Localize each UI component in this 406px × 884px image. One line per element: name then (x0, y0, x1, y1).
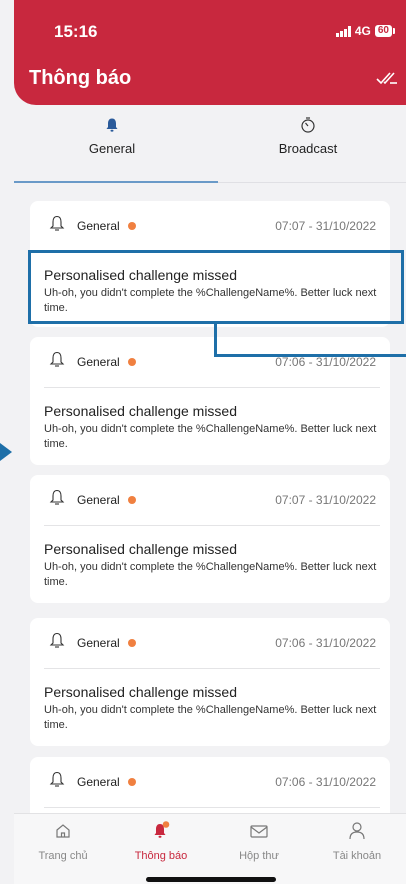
unread-dot (128, 639, 136, 647)
notification-category: General (77, 355, 120, 369)
double-check-icon[interactable] (376, 70, 398, 91)
nav-item-home[interactable]: Trang chủ (14, 820, 112, 862)
annotation-arrow-icon (0, 443, 12, 461)
unread-dot (128, 222, 136, 230)
card-divider (44, 387, 380, 388)
card-body: Personalised challenge missed Uh-oh, you… (44, 684, 380, 733)
tab-broadcast[interactable]: Broadcast (210, 115, 406, 156)
notification-card[interactable]: General 07:07 - 31/10/2022 Personalised … (30, 475, 390, 603)
notification-time: 07:06 - 31/10/2022 (275, 355, 376, 369)
card-divider (44, 251, 380, 252)
notification-title: Personalised challenge missed (44, 541, 237, 557)
tab-general[interactable]: General (14, 115, 210, 156)
battery-icon: 60 (374, 25, 396, 37)
notification-title: Personalised challenge missed (44, 267, 237, 283)
notification-title: Personalised challenge missed (44, 403, 237, 419)
mail-icon (210, 820, 308, 842)
card-body: Personalised challenge missed Uh-oh, you… (44, 541, 380, 590)
bell-icon (112, 820, 210, 842)
notification-list[interactable]: General 07:07 - 31/10/2022 Personalised … (14, 183, 406, 813)
home-icon (14, 820, 112, 842)
app-header: 15:16 4G 60 Thông báo (14, 0, 406, 105)
notification-text: Uh-oh, you didn't complete the %Challeng… (44, 423, 377, 450)
card-body: Personalised challenge missed Uh-oh, you… (44, 267, 380, 316)
card-header: General 07:06 - 31/10/2022 (30, 757, 390, 807)
notification-card[interactable]: General 07:06 - 31/10/2022 (30, 757, 390, 813)
nav-item-account[interactable]: Tài khoản (308, 820, 406, 862)
card-header: General 07:07 - 31/10/2022 (30, 201, 390, 251)
card-body: Personalised challenge missed Uh-oh, you… (44, 403, 380, 452)
card-header: General 07:07 - 31/10/2022 (30, 475, 390, 525)
network-type: 4G (354, 24, 371, 38)
card-divider (44, 668, 380, 669)
tab-bar: General Broadcast (14, 105, 406, 183)
notification-category: General (77, 219, 120, 233)
user-icon (308, 820, 406, 842)
home-indicator[interactable] (146, 877, 276, 882)
notification-time: 07:06 - 31/10/2022 (275, 636, 376, 650)
nav-account-label: Tài khoản (332, 850, 382, 862)
status-bar-right: 4G 60 (335, 24, 396, 38)
card-divider (44, 525, 380, 526)
status-time: 15:16 (54, 22, 98, 41)
card-divider (44, 807, 380, 808)
bell-outline-icon (49, 632, 65, 648)
notification-time: 07:07 - 31/10/2022 (275, 219, 376, 233)
tab-general-label: General (88, 141, 136, 156)
unread-dot (128, 778, 136, 786)
notification-text: Uh-oh, you didn't complete the %Challeng… (44, 561, 377, 588)
page-title: Thông báo (29, 67, 132, 89)
notification-card[interactable]: General 07:06 - 31/10/2022 Personalised … (30, 337, 390, 465)
notification-category: General (77, 636, 120, 650)
tab-broadcast-label: Broadcast (278, 141, 338, 156)
notification-card[interactable]: General 07:06 - 31/10/2022 Personalised … (30, 618, 390, 746)
nav-notifications-label: Thông báo (134, 850, 188, 862)
notification-title: Personalised challenge missed (44, 684, 237, 700)
unread-dot (128, 496, 136, 504)
nav-item-inbox[interactable]: Hộp thư (210, 820, 308, 862)
notification-time: 07:07 - 31/10/2022 (275, 493, 376, 507)
nav-inbox-label: Hộp thư (239, 850, 279, 862)
notification-time: 07:06 - 31/10/2022 (275, 775, 376, 789)
notification-category: General (77, 775, 120, 789)
bell-outline-icon (49, 215, 65, 231)
bell-outline-icon (49, 771, 65, 787)
bell-outline-icon (49, 489, 65, 505)
notification-text: Uh-oh, you didn't complete the %Challeng… (44, 287, 377, 314)
nav-home-label: Trang chủ (38, 850, 88, 862)
notification-card[interactable]: General 07:07 - 31/10/2022 Personalised … (30, 201, 390, 327)
bottom-navigation: Trang chủ Thông báo Hộp thư Tài khoản (14, 813, 406, 884)
signal-icon (335, 25, 351, 37)
notification-text: Uh-oh, you didn't complete the %Challeng… (44, 704, 377, 731)
card-header: General 07:06 - 31/10/2022 (30, 618, 390, 668)
timer-icon (210, 115, 406, 135)
notification-category: General (77, 493, 120, 507)
unread-dot (128, 358, 136, 366)
bell-outline-icon (49, 351, 65, 367)
bell-icon (14, 115, 210, 135)
nav-item-notifications[interactable]: Thông báo (112, 820, 210, 862)
card-header: General 07:06 - 31/10/2022 (30, 337, 390, 387)
